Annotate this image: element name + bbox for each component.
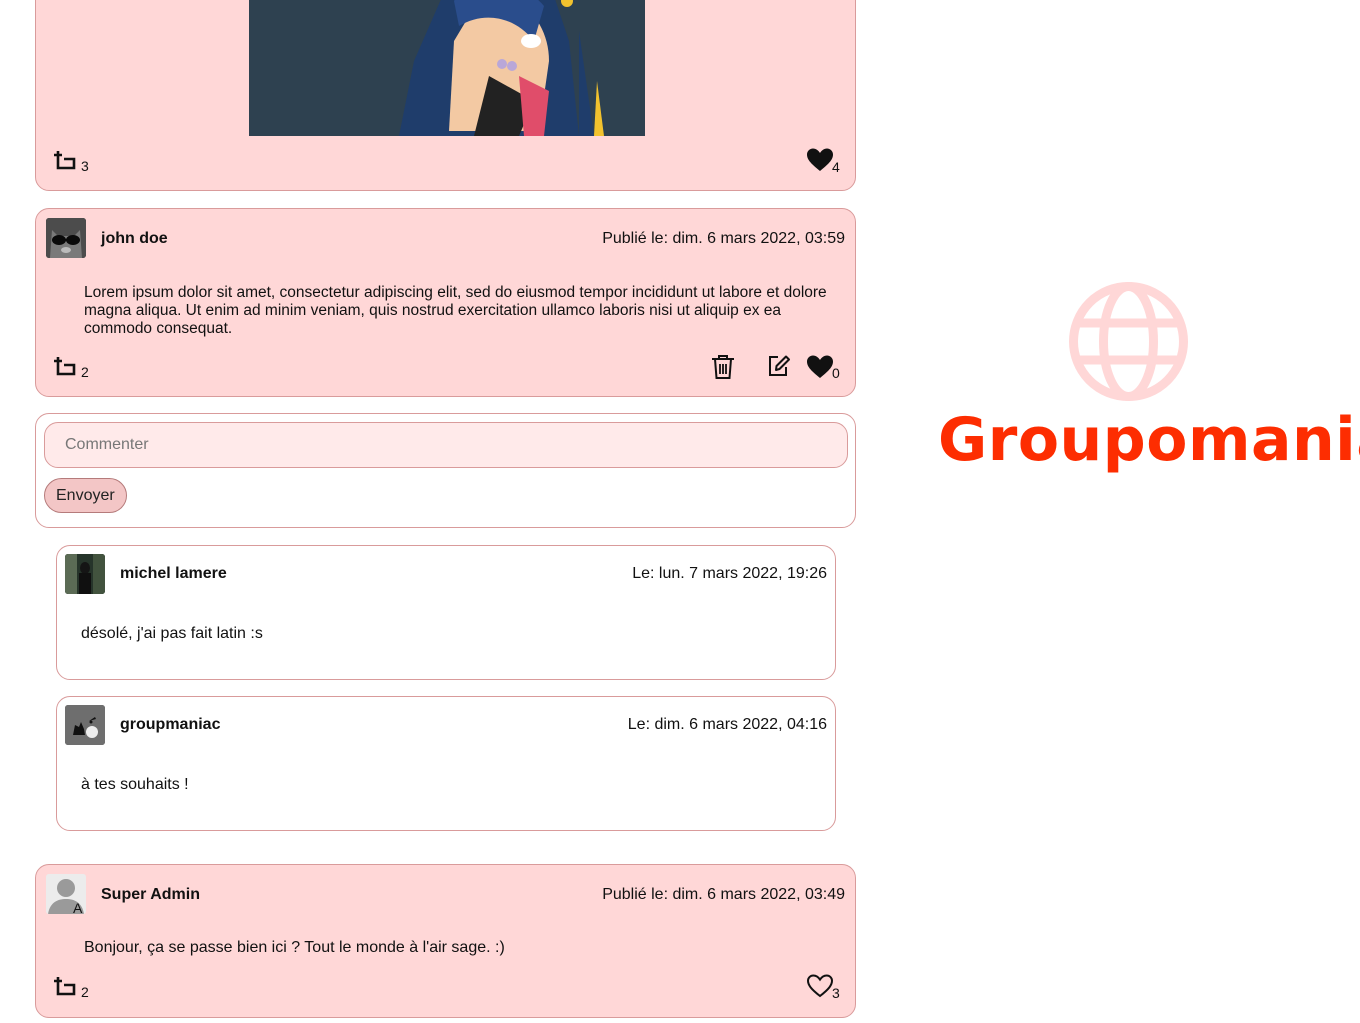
post-card: A Super Admin Publié le: dim. 6 mars 202… (35, 864, 856, 1018)
anime-illustration (399, 0, 604, 136)
like-count: 4 (832, 159, 840, 175)
comment-card: groupmaniac Le: dim. 6 mars 2022, 04:16 … (56, 696, 836, 831)
comment-text: désolé, j'ai pas fait latin :s (81, 625, 263, 642)
heart-filled-icon[interactable] (806, 354, 834, 380)
trash-icon[interactable] (710, 353, 736, 381)
post-date: Publié le: dim. 6 mars 2022, 03:49 (602, 886, 845, 903)
post-header: A Super Admin Publié le: dim. 6 mars 202… (46, 874, 845, 916)
comment-date: Le: lun. 7 mars 2022, 19:26 (632, 565, 827, 582)
avatar[interactable] (65, 554, 105, 594)
post-card: john doe Publié le: dim. 6 mars 2022, 03… (35, 208, 856, 397)
edit-icon[interactable] (766, 353, 792, 379)
silhouette-avatar-image (65, 705, 105, 745)
heart-filled-icon[interactable] (806, 147, 834, 173)
svg-text:A: A (73, 900, 83, 914)
post-image (249, 0, 645, 136)
photo-avatar-image (65, 554, 105, 594)
avatar[interactable] (46, 218, 86, 258)
comment-input[interactable] (44, 422, 848, 468)
like-count: 0 (832, 365, 840, 381)
globe-logo-icon (1069, 282, 1188, 401)
share-count: 3 (81, 158, 89, 174)
post-date: Publié le: dim. 6 mars 2022, 03:59 (602, 230, 845, 247)
post-text: Lorem ipsum dolor sit amet, consectetur … (84, 284, 827, 337)
comment-author[interactable]: michel lamere (120, 565, 227, 583)
post-text: Bonjour, ça se passe bien ici ? Tout le … (84, 939, 505, 956)
comment-date: Le: dim. 6 mars 2022, 04:16 (627, 716, 827, 733)
send-button[interactable]: Envoyer (44, 478, 127, 513)
avatar[interactable]: A (46, 874, 86, 914)
share-count: 2 (81, 364, 89, 380)
cat-avatar-image (46, 218, 86, 258)
share-count: 2 (81, 984, 89, 1000)
comment-form: Envoyer (35, 413, 856, 528)
share-icon[interactable] (52, 147, 78, 173)
brand-name: Groupomania (938, 405, 1360, 475)
post-header: john doe Publié le: dim. 6 mars 2022, 03… (46, 218, 845, 260)
like-count: 3 (832, 985, 840, 1001)
comment-card: michel lamere Le: lun. 7 mars 2022, 19:2… (56, 545, 836, 680)
default-user-avatar: A (46, 874, 86, 914)
avatar[interactable] (65, 705, 105, 745)
share-icon[interactable] (52, 353, 78, 379)
share-icon[interactable] (52, 973, 78, 999)
comment-author[interactable]: groupmaniac (120, 716, 220, 734)
post-author[interactable]: john doe (101, 230, 168, 248)
post-card: 3 4 (35, 0, 856, 191)
heart-outline-icon[interactable] (806, 973, 834, 999)
comment-text: à tes souhaits ! (81, 776, 189, 793)
post-author[interactable]: Super Admin (101, 886, 200, 904)
